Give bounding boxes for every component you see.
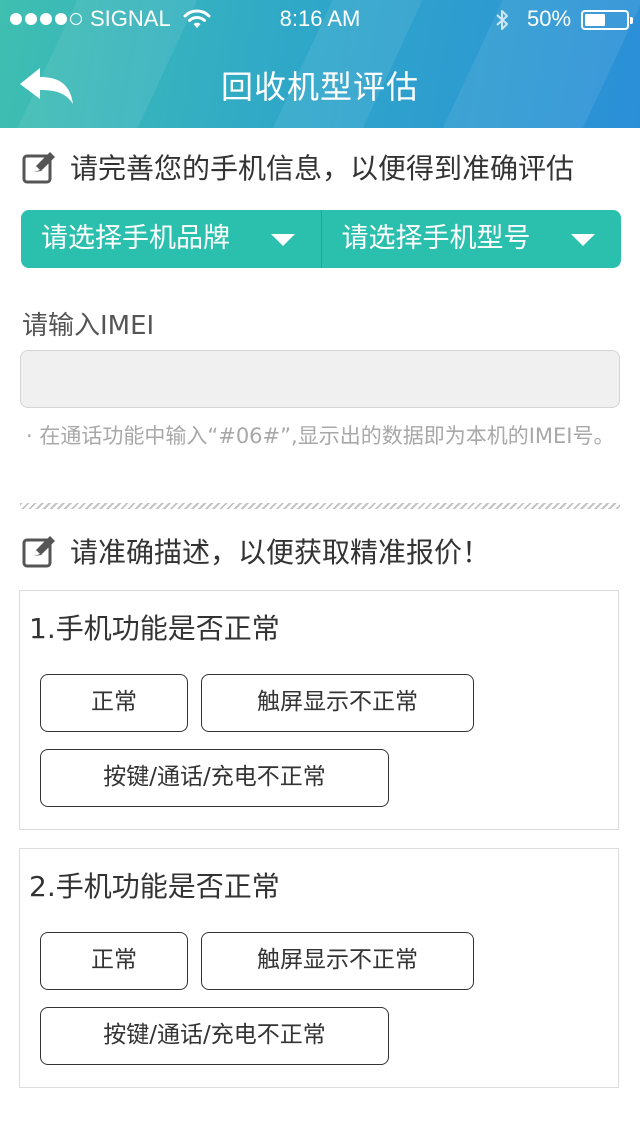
describe-heading: 请准确描述，以便获取精准报价！ bbox=[22, 531, 490, 571]
option-normal[interactable]: 正常 bbox=[40, 932, 188, 990]
imei-input[interactable] bbox=[20, 350, 620, 408]
imei-label: 请输入IMEI bbox=[22, 311, 155, 341]
phone-info-heading-text: 请完善您的手机信息，以便得到准确评估 bbox=[70, 152, 575, 185]
phone-selector-bar: 请选择手机品牌 请选择手机型号 bbox=[21, 210, 621, 268]
chevron-down-icon bbox=[270, 234, 295, 246]
question-title: 1.手机功能是否正常 bbox=[29, 612, 280, 645]
option-touchscreen-abnormal[interactable]: 触屏显示不正常 bbox=[201, 932, 474, 990]
bluetooth-icon bbox=[496, 10, 508, 30]
battery-percentage: 50% bbox=[527, 6, 572, 31]
option-buttons-call-charging-abnormal[interactable]: 按键/通话/充电不正常 bbox=[40, 749, 389, 807]
status-bar: SIGNAL 8:16 AM 50% bbox=[0, 0, 640, 40]
brand-select-label: 请选择手机品牌 bbox=[41, 223, 230, 254]
option-buttons-call-charging-abnormal[interactable]: 按键/通话/充电不正常 bbox=[40, 1007, 389, 1065]
chevron-down-icon bbox=[571, 234, 595, 246]
option-normal[interactable]: 正常 bbox=[40, 674, 188, 732]
question-card: 1.手机功能是否正常 正常 触屏显示不正常 按键/通话/充电不正常 bbox=[19, 590, 619, 830]
option-touchscreen-abnormal[interactable]: 触屏显示不正常 bbox=[201, 674, 474, 732]
battery-fill bbox=[585, 14, 605, 26]
section-divider bbox=[20, 503, 620, 509]
page-title: 回收机型评估 bbox=[220, 68, 419, 106]
describe-heading-text: 请准确描述，以便获取精准报价！ bbox=[70, 536, 491, 569]
brand-select[interactable]: 请选择手机品牌 bbox=[21, 210, 321, 268]
phone-info-heading: 请完善您的手机信息，以便得到准确评估 bbox=[22, 147, 574, 187]
battery-icon bbox=[581, 10, 633, 30]
edit-icon bbox=[22, 152, 55, 184]
imei-hint: · 在通话功能中输入“#06#”,显示出的数据即为本机的IMEI号。 bbox=[26, 424, 615, 448]
app-header: SIGNAL 8:16 AM 50% 回收机型评估 bbox=[0, 0, 640, 128]
question-title: 2.手机功能是否正常 bbox=[29, 870, 280, 903]
model-select[interactable]: 请选择手机型号 bbox=[320, 210, 622, 268]
model-select-label: 请选择手机型号 bbox=[341, 223, 531, 254]
question-card: 2.手机功能是否正常 正常 触屏显示不正常 按键/通话/充电不正常 bbox=[19, 848, 619, 1088]
edit-icon bbox=[22, 536, 55, 568]
